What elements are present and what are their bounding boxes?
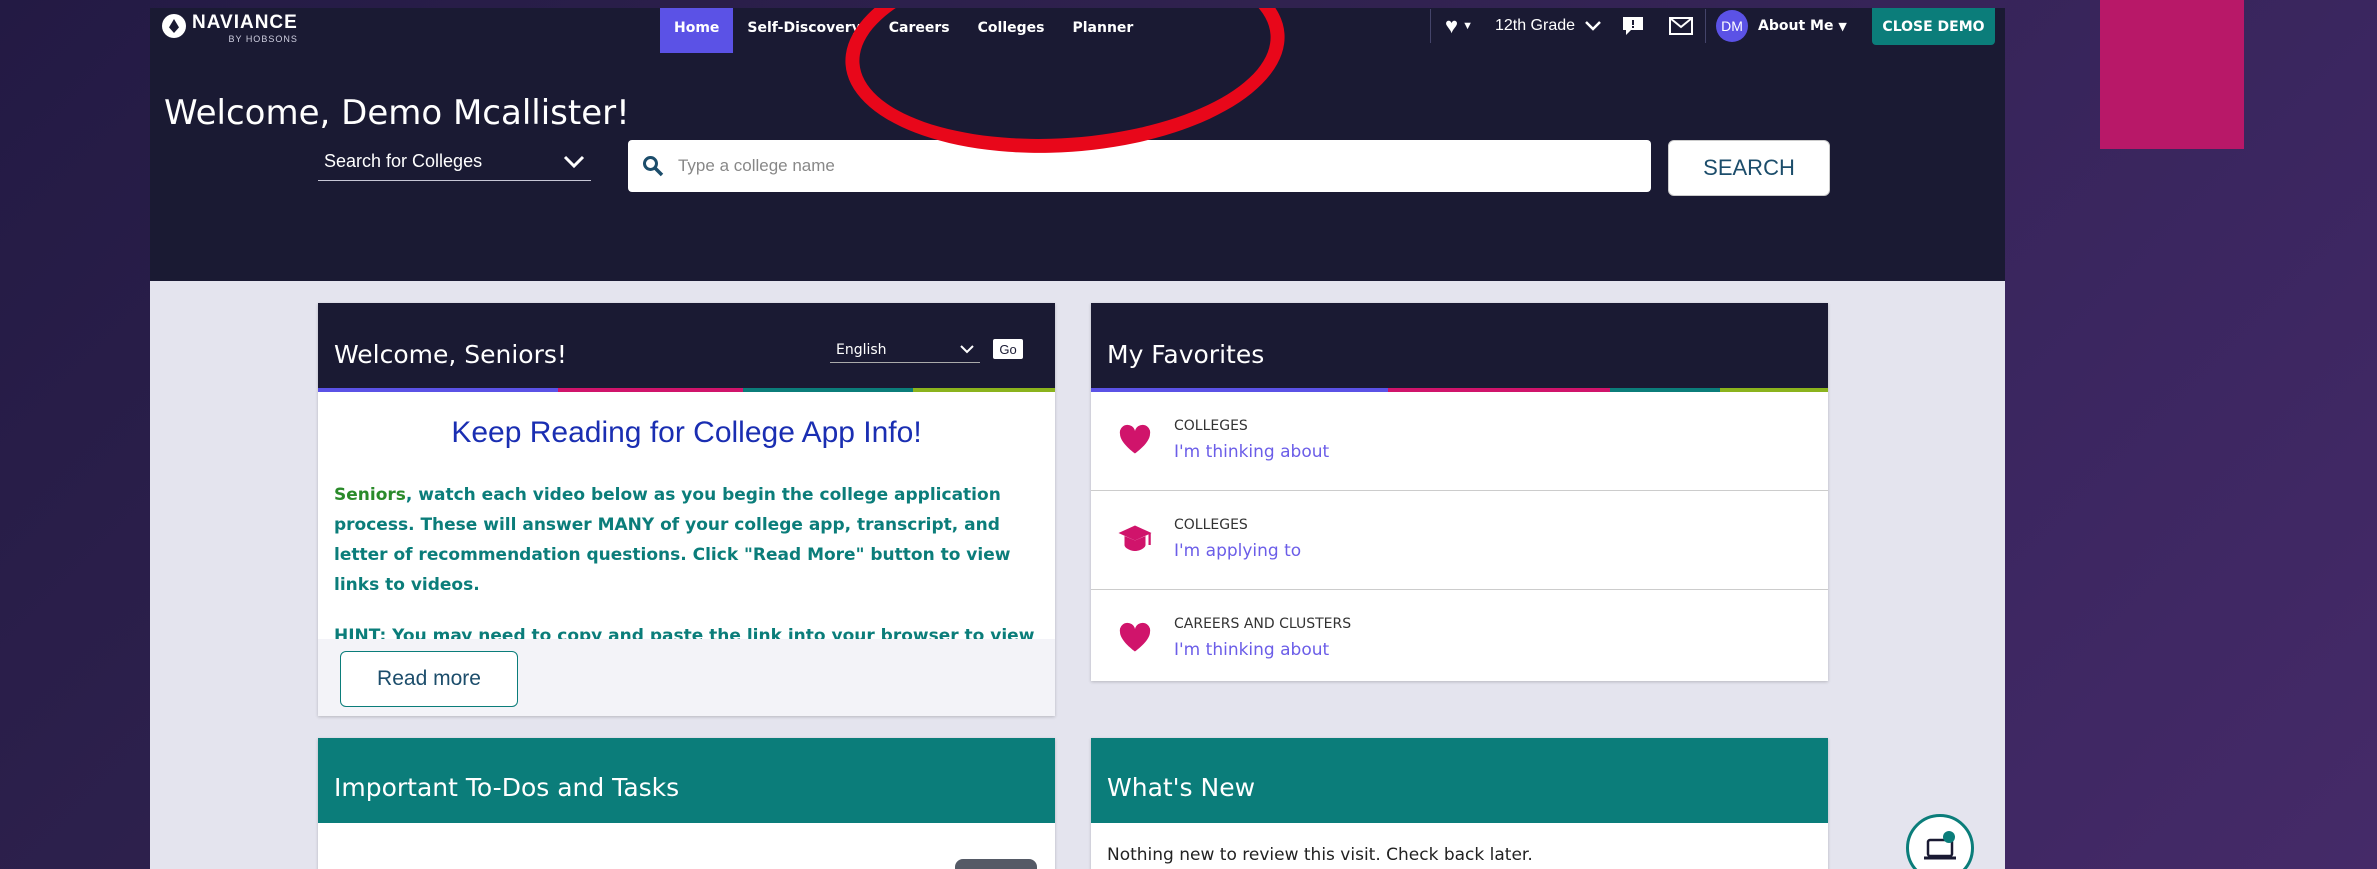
card-header: What's New bbox=[1091, 738, 1828, 823]
nav-divider bbox=[1705, 8, 1707, 43]
language-value: English bbox=[836, 341, 887, 358]
favorite-category: COLLEGES bbox=[1174, 517, 1248, 533]
main-nav: Home Self-Discovery Careers Colleges Pla… bbox=[660, 8, 1147, 53]
college-search-input[interactable] bbox=[677, 156, 1637, 176]
logo-subtext: BY HOBSONS bbox=[228, 34, 298, 44]
nav-colleges[interactable]: Colleges bbox=[964, 8, 1059, 53]
top-navigation-bar: NAVIANCE BY HOBSONS Home Self-Discovery … bbox=[150, 8, 2005, 53]
favorite-row[interactable]: COLLEGES I'm applying to bbox=[1091, 491, 1828, 590]
nav-planner[interactable]: Planner bbox=[1058, 8, 1147, 53]
todos-card: Important To-Dos and Tasks bbox=[318, 738, 1055, 869]
nav-home[interactable]: Home bbox=[660, 8, 734, 53]
welcome-seniors-card: Welcome, Seniors! English Go Keep Readin… bbox=[318, 303, 1055, 716]
card-title: Welcome, Seniors! bbox=[334, 340, 567, 369]
favorite-link[interactable]: I'm applying to bbox=[1174, 541, 1301, 561]
announcement-headline: Keep Reading for College App Info! bbox=[451, 416, 922, 449]
graduation-cap-icon bbox=[1118, 525, 1152, 551]
chat-laptop-icon bbox=[1924, 831, 1956, 860]
naviance-screenshot: NAVIANCE BY HOBSONS Home Self-Discovery … bbox=[150, 8, 2005, 869]
favorite-row[interactable]: COLLEGES I'm thinking about bbox=[1091, 392, 1828, 491]
todo-filter-button[interactable] bbox=[955, 859, 1037, 869]
nav-careers[interactable]: Careers bbox=[875, 8, 964, 53]
announcement-body-lead: Seniors bbox=[334, 485, 406, 505]
chevron-down-icon bbox=[1585, 20, 1601, 31]
card-title: My Favorites bbox=[1107, 340, 1265, 369]
whats-new-card: What's New Nothing new to review this vi… bbox=[1091, 738, 1828, 869]
favorite-category: CAREERS AND CLUSTERS bbox=[1174, 616, 1352, 632]
read-more-button[interactable]: Read more bbox=[340, 651, 518, 707]
nav-right-group: ♥ ▼ 12th Grade DM About Me ▼ bbox=[1430, 8, 1847, 53]
card-title: Important To-Dos and Tasks bbox=[334, 773, 680, 802]
mail-icon bbox=[1669, 16, 1694, 35]
card-header: Welcome, Seniors! English Go bbox=[318, 303, 1055, 388]
naviance-logo-icon bbox=[162, 14, 186, 38]
decorative-pink-block bbox=[2100, 0, 2244, 149]
announcement-body: Seniors, watch each video below as you b… bbox=[318, 480, 1055, 600]
nav-self-discovery[interactable]: Self-Discovery bbox=[733, 8, 874, 53]
search-type-label: Search for Colleges bbox=[324, 151, 483, 171]
favorites-dropdown[interactable]: ♥ ▼ bbox=[1431, 13, 1487, 39]
announcement-body-text: , watch each video below as you begin th… bbox=[334, 485, 1011, 595]
naviance-logo[interactable]: NAVIANCE BY HOBSONS bbox=[162, 12, 298, 44]
logo-text: NAVIANCE bbox=[192, 12, 298, 33]
feedback-icon bbox=[1623, 16, 1644, 35]
messages-button[interactable] bbox=[1657, 16, 1705, 35]
grade-selector[interactable]: 12th Grade bbox=[1487, 17, 1609, 35]
language-select[interactable]: English bbox=[830, 337, 980, 363]
hero-section: Welcome, Demo Mcallister! Search for Col… bbox=[150, 53, 2005, 281]
search-icon bbox=[642, 156, 664, 177]
card-title: What's New bbox=[1107, 773, 1256, 802]
heart-icon bbox=[1119, 424, 1151, 454]
caret-down-icon: ▼ bbox=[1462, 19, 1473, 32]
favorite-link[interactable]: I'm thinking about bbox=[1174, 640, 1329, 660]
heart-icon bbox=[1119, 622, 1151, 652]
go-button[interactable]: Go bbox=[993, 339, 1023, 359]
grade-label: 12th Grade bbox=[1494, 16, 1576, 34]
chevron-down-icon bbox=[563, 155, 585, 168]
search-type-select[interactable]: Search for Colleges bbox=[318, 143, 591, 181]
caret-down-icon: ▼ bbox=[1838, 19, 1847, 33]
heart-icon: ♥ bbox=[1445, 12, 1459, 38]
about-me-menu[interactable]: About Me ▼ bbox=[1758, 18, 1847, 34]
search-button[interactable]: SEARCH bbox=[1668, 140, 1830, 196]
favorite-link[interactable]: I'm thinking about bbox=[1174, 442, 1329, 462]
card-header: Important To-Dos and Tasks bbox=[318, 738, 1055, 823]
color-stripe bbox=[318, 388, 1055, 392]
favorite-row[interactable]: CAREERS AND CLUSTERS I'm thinking about bbox=[1091, 590, 1828, 681]
read-more-area: Read more bbox=[318, 639, 1055, 716]
card-header: My Favorites bbox=[1091, 303, 1828, 388]
about-me-label: About Me bbox=[1758, 17, 1834, 34]
my-favorites-card: My Favorites COLLEGES I'm thinking about… bbox=[1091, 303, 1828, 681]
favorite-category: COLLEGES bbox=[1174, 418, 1248, 434]
college-search-box bbox=[628, 140, 1651, 192]
chevron-down-icon bbox=[960, 345, 974, 354]
feedback-button[interactable] bbox=[1609, 15, 1657, 37]
avatar[interactable]: DM bbox=[1716, 9, 1749, 42]
page-title: Welcome, Demo Mcallister! bbox=[164, 93, 630, 133]
close-demo-button[interactable]: CLOSE DEMO bbox=[1872, 8, 1995, 45]
whats-new-message: Nothing new to review this visit. Check … bbox=[1107, 845, 1533, 865]
